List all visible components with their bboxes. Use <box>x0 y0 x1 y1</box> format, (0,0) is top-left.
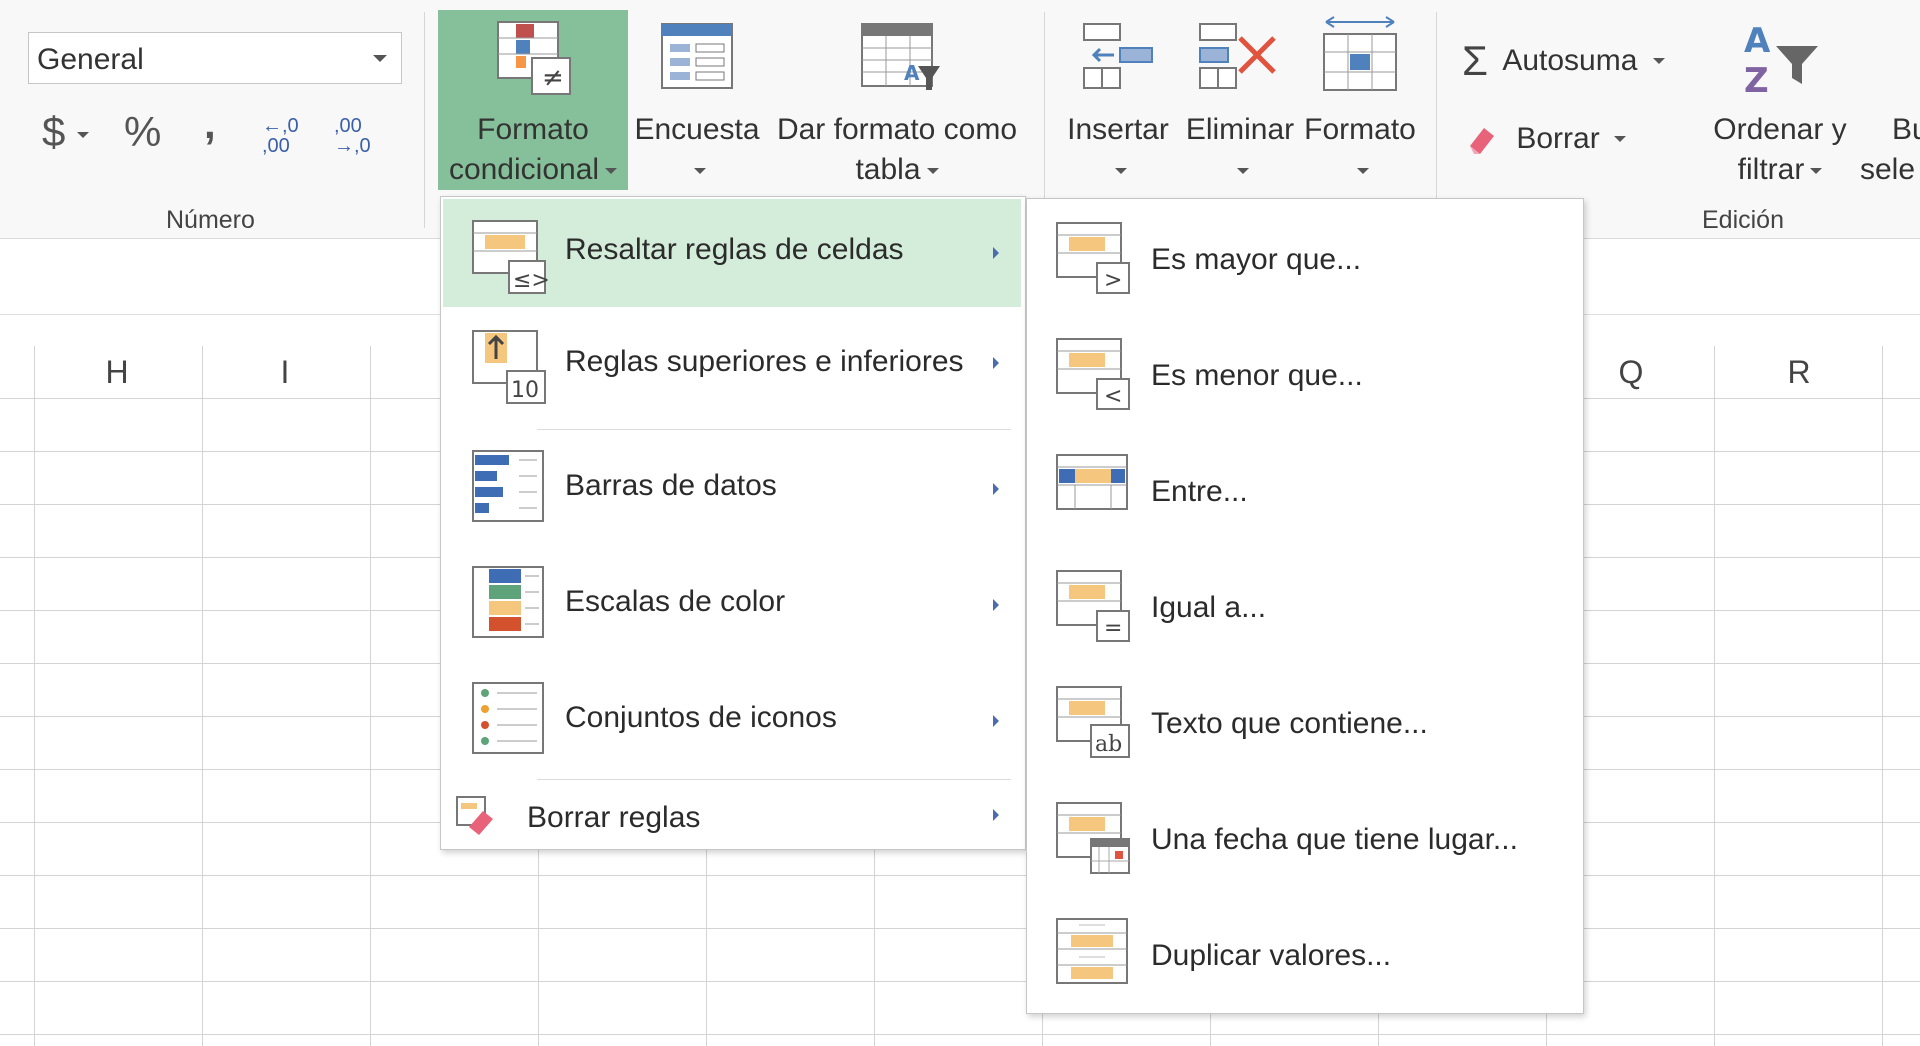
eraser-icon <box>1470 128 1494 155</box>
submenu-item-text-contains[interactable]: ab Texto que contiene... <box>1027 663 1583 779</box>
submenu-arrow-icon <box>993 357 999 369</box>
format-button[interactable]: Formato <box>1298 110 1422 190</box>
insert-button[interactable]: Insertar <box>1056 110 1180 190</box>
submenu-arrow-icon <box>993 809 999 821</box>
menu-item-data-bars[interactable]: Barras de datos <box>441 433 1021 543</box>
submenu-arrow-icon <box>993 483 999 495</box>
chevron-down-icon <box>373 55 387 62</box>
svg-text:>: > <box>1104 268 1122 293</box>
clear-rules-icon <box>456 796 493 835</box>
number-format-value: General <box>37 43 144 76</box>
text-contains-icon: ab <box>1056 686 1130 758</box>
top-bottom-icon: 10 <box>472 330 546 404</box>
greater-than-icon: > <box>1056 222 1130 294</box>
svg-text:A: A <box>904 61 920 85</box>
menu-item-top-bottom-rules[interactable]: 10 Reglas superiores e inferiores <box>441 309 1021 419</box>
cond-format-button[interactable]: Formato condicional <box>438 110 628 190</box>
format-cells-icon <box>1323 16 1397 91</box>
survey-icon <box>661 23 733 89</box>
number-format-combo[interactable]: General <box>28 32 402 84</box>
less-than-icon: < <box>1056 338 1130 410</box>
svg-text:A: A <box>1744 21 1771 61</box>
submenu-item-between[interactable]: Entre... <box>1027 431 1583 547</box>
menu-separator <box>537 429 1011 430</box>
svg-text:ab: ab <box>1095 732 1122 757</box>
submenu-item-equal-to[interactable]: = Igual a... <box>1027 547 1583 663</box>
group-separator <box>1436 12 1437 228</box>
conditional-format-menu: ≤> Resaltar reglas de celdas 10 Reglas s… <box>440 196 1026 850</box>
color-scales-icon <box>472 566 544 638</box>
autosum-button[interactable]: Σ Autosuma <box>1462 37 1666 85</box>
svg-text:≠: ≠ <box>542 63 564 93</box>
submenu-item-date-occurring[interactable]: Una fecha que tiene lugar... <box>1027 779 1583 895</box>
sort-filter-icon: A Z <box>1744 21 1818 98</box>
menu-item-clear-rules[interactable]: Borrar reglas <box>441 783 1021 847</box>
menu-item-highlight-rules[interactable]: ≤> Resaltar reglas de celdas <box>441 199 1021 307</box>
between-icon <box>1056 454 1128 510</box>
submenu-item-less-than[interactable]: < Es menor que... <box>1027 315 1583 431</box>
svg-text:=: = <box>1104 616 1122 641</box>
submenu-arrow-icon <box>993 599 999 611</box>
currency-button[interactable]: $ <box>42 108 90 156</box>
column-header-r[interactable]: R <box>1716 354 1882 391</box>
submenu-item-greater-than[interactable]: > Es mayor que... <box>1027 199 1583 315</box>
submenu-arrow-icon <box>993 247 999 259</box>
svg-text:<: < <box>1104 384 1122 409</box>
grid-row-line <box>0 875 1920 876</box>
icon-sets-icon <box>472 682 544 754</box>
grid-row-line <box>0 1034 1920 1035</box>
percent-button[interactable]: % <box>124 108 161 156</box>
editing-group-label: Edición <box>1702 206 1784 234</box>
find-select-button[interactable]: Bu sele <box>1860 110 1920 190</box>
submenu-arrow-icon <box>993 715 999 727</box>
equal-to-icon: = <box>1056 570 1130 642</box>
group-separator <box>424 12 425 228</box>
date-occurring-icon <box>1056 802 1130 874</box>
format-as-table-icon: A <box>861 23 940 90</box>
group-separator <box>1044 12 1045 228</box>
svg-text:10: 10 <box>511 378 539 403</box>
comma-style-button[interactable]: , <box>204 100 216 148</box>
delete-button[interactable]: Eliminar <box>1178 110 1302 190</box>
svg-text:≤>: ≤> <box>513 268 549 293</box>
decrease-decimal-button[interactable]: ,00 →,0 <box>334 116 384 156</box>
highlight-rules-submenu: > Es mayor que... < Es menor que... Entr… <box>1026 198 1584 1014</box>
grid-row-line <box>0 928 1920 929</box>
column-header-i[interactable]: I <box>202 354 368 391</box>
cond-format-icon: ≠ <box>497 21 571 95</box>
data-bars-icon <box>472 450 544 522</box>
format-as-table-button[interactable]: Dar formato como tabla <box>766 110 1028 190</box>
menu-item-color-scales[interactable]: Escalas de color <box>441 549 1021 659</box>
menu-separator <box>537 779 1011 780</box>
number-group-label: Número <box>166 206 255 234</box>
insert-cells-icon <box>1083 23 1153 89</box>
increase-decimal-button[interactable]: ←,0 ,00 <box>262 116 312 156</box>
duplicate-values-icon <box>1056 918 1128 984</box>
highlight-rules-icon: ≤> <box>472 220 549 294</box>
delete-cells-icon <box>1199 23 1276 89</box>
grid-row-line <box>0 981 1920 982</box>
column-header-h[interactable]: H <box>34 354 200 391</box>
clear-button[interactable]: Borrar <box>1464 118 1626 159</box>
svg-text:Z: Z <box>1744 61 1769 98</box>
survey-button[interactable]: Encuesta <box>632 110 762 190</box>
menu-item-icon-sets[interactable]: Conjuntos de iconos <box>441 665 1021 775</box>
sort-filter-button[interactable]: Ordenar y filtrar <box>1700 110 1860 190</box>
sigma-icon: Σ <box>1462 37 1488 85</box>
submenu-item-duplicate-values[interactable]: Duplicar valores... <box>1027 895 1583 1011</box>
